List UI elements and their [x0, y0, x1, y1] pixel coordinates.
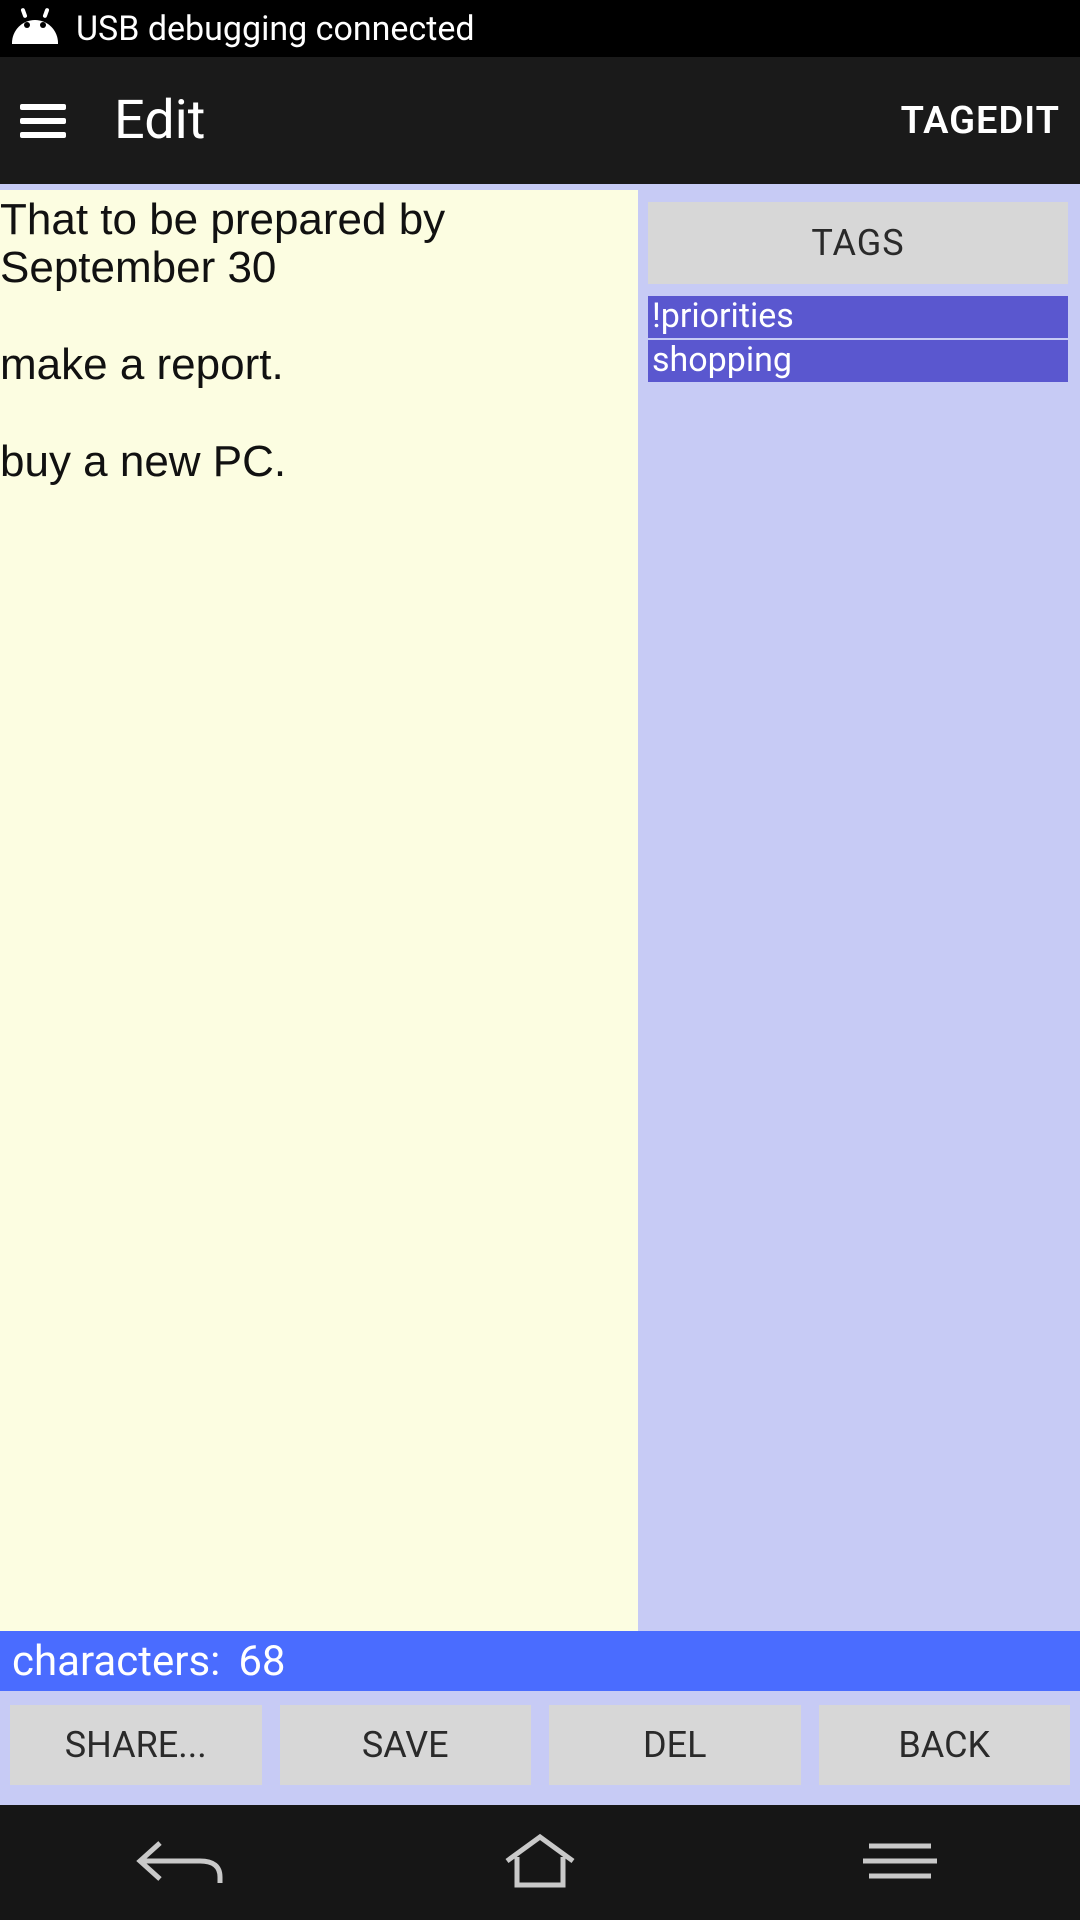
- menu-icon[interactable]: [20, 104, 66, 138]
- tags-button[interactable]: TAGS: [648, 202, 1068, 284]
- status-bar-text: USB debugging connected: [76, 9, 475, 49]
- share-button[interactable]: SHARE...: [10, 1705, 262, 1785]
- del-button[interactable]: DEL: [549, 1705, 801, 1785]
- content-area: That to be prepared by September 30 make…: [0, 184, 1080, 1805]
- tags-sidebar: TAGS !priorities shopping: [638, 190, 1080, 1631]
- app-header: Edit TAGEDIT: [0, 57, 1080, 184]
- character-counter: characters: 68: [0, 1631, 1080, 1691]
- char-label: characters:: [12, 1637, 220, 1686]
- action-button-row: SHARE... SAVE DEL BACK: [0, 1691, 1080, 1805]
- nav-recent-icon[interactable]: [840, 1826, 960, 1896]
- android-icon: [12, 14, 58, 44]
- tag-list: !priorities shopping: [648, 296, 1068, 382]
- page-title: Edit: [114, 89, 205, 152]
- nav-home-icon[interactable]: [480, 1826, 600, 1896]
- nav-back-icon[interactable]: [120, 1826, 240, 1896]
- note-editor[interactable]: That to be prepared by September 30 make…: [0, 190, 638, 1631]
- back-button[interactable]: BACK: [819, 1705, 1071, 1785]
- save-button[interactable]: SAVE: [280, 1705, 532, 1785]
- android-nav-bar: [0, 1805, 1080, 1920]
- tagedit-button[interactable]: TAGEDIT: [901, 99, 1060, 143]
- char-value: 68: [238, 1637, 285, 1686]
- tag-item-shopping[interactable]: shopping: [648, 340, 1068, 382]
- tag-item-priorities[interactable]: !priorities: [648, 296, 1068, 338]
- android-status-bar: USB debugging connected: [0, 0, 1080, 57]
